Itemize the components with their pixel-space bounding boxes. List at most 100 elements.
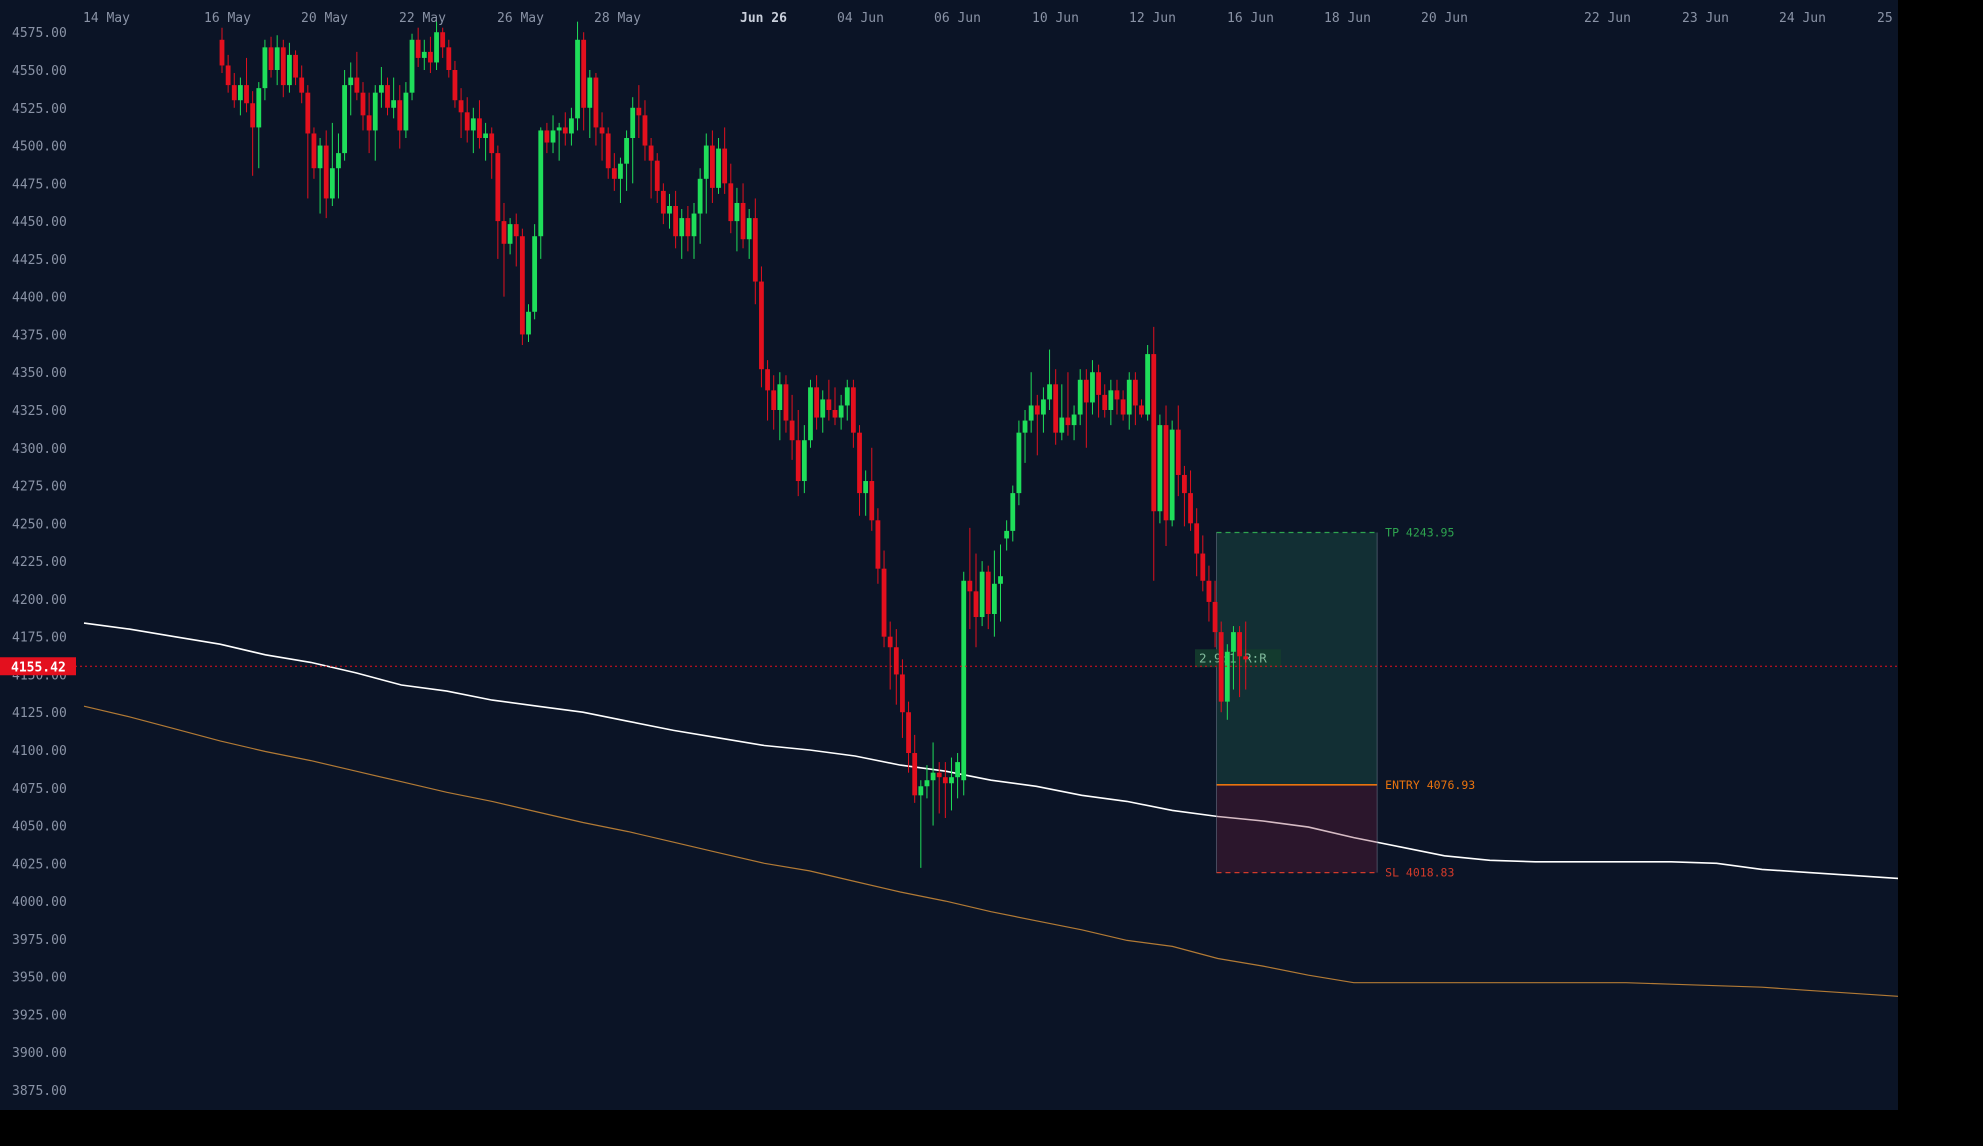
candle-down <box>887 636 893 648</box>
candle-up <box>556 127 562 131</box>
candle-up <box>991 583 997 614</box>
candle-up <box>630 107 636 138</box>
candle-up <box>575 39 580 119</box>
candle-down <box>1114 390 1120 400</box>
tp-label: TP 4243.95 <box>1385 525 1454 539</box>
candle-down <box>636 107 642 116</box>
candle-up <box>274 47 280 70</box>
ma-line-white <box>83 622 1899 880</box>
candle-down <box>501 221 507 244</box>
candle-down <box>1083 379 1089 403</box>
y-tick-label: 3900.00 <box>12 1046 67 1061</box>
candle-down <box>685 218 691 237</box>
candle-down <box>1096 372 1101 395</box>
candle-up <box>863 481 869 494</box>
candle-up <box>924 780 930 787</box>
candle-down <box>311 133 317 169</box>
candle-up <box>1022 420 1028 433</box>
candle-down <box>354 77 360 93</box>
candle-down <box>1053 384 1059 433</box>
x-tick-label: 12 Jun <box>1129 11 1176 26</box>
x-tick-label: 22 Jun <box>1584 11 1631 26</box>
candle-down <box>906 712 911 754</box>
candle-down <box>513 224 519 237</box>
candle-down <box>850 387 856 433</box>
y-tick-label: 4200.00 <box>12 593 67 608</box>
candle-up <box>256 88 262 128</box>
candle-down <box>360 92 366 116</box>
chart-panel[interactable]: 4575.00 4550.00 4525.00 4500.00 4475.00 4450.… <box>0 0 1924 1110</box>
candle-up <box>1169 429 1175 521</box>
loss-zone <box>1216 784 1378 873</box>
candle-up <box>703 145 709 179</box>
candle-down <box>893 647 899 675</box>
candle-down <box>280 47 286 86</box>
candle-down <box>771 390 777 410</box>
candle-down <box>305 92 311 134</box>
candle-down <box>1120 399 1126 415</box>
candle-down <box>789 420 795 441</box>
candle-down <box>593 77 599 128</box>
candle-down <box>231 85 237 101</box>
entry-label: ENTRY 4076.93 <box>1385 778 1475 792</box>
candle-down <box>660 190 666 214</box>
x-tick-label: 22 May <box>399 11 446 26</box>
candle-down <box>1151 354 1157 512</box>
current-price: 4155.42 <box>0 657 1898 676</box>
y-tick-label: 4450.00 <box>12 215 67 230</box>
candle-down <box>1034 405 1040 415</box>
sl-label: SL 4018.83 <box>1385 866 1454 880</box>
candle-down <box>814 387 820 418</box>
x-tick-label: 06 Jun <box>934 11 981 26</box>
candle-up <box>1224 651 1230 702</box>
candle-down <box>219 39 225 66</box>
x-tick-label: 23 Jun <box>1682 11 1729 26</box>
candle-down <box>244 85 249 104</box>
candle-up <box>998 576 1003 584</box>
candle-up <box>1047 384 1052 400</box>
ma-line-orange <box>83 705 1899 997</box>
candle-down <box>562 127 568 134</box>
x-tick-label: 16 May <box>204 11 251 26</box>
x-tick-label: 28 May <box>594 11 641 26</box>
candle-up <box>838 405 844 418</box>
candle-up <box>955 762 960 778</box>
candle-up <box>624 138 629 164</box>
y-tick-label: 4575.00 <box>12 26 67 41</box>
x-tick-label: 18 Jun <box>1324 11 1371 26</box>
y-tick-label: 4175.00 <box>12 631 67 646</box>
candle-up <box>808 387 813 441</box>
candle-down <box>366 115 372 131</box>
candle-up <box>342 85 347 154</box>
x-tick-label: 16 Jun <box>1227 11 1274 26</box>
candle-down <box>936 772 942 778</box>
candle-up <box>372 92 378 131</box>
candle-up <box>329 168 335 199</box>
candle-up <box>237 85 243 101</box>
candle-down <box>581 39 587 108</box>
y-tick-label: 4425.00 <box>12 253 67 268</box>
y-axis: 4575.00 4550.00 4525.00 4500.00 4475.00 4450.… <box>12 26 67 1099</box>
candle-down <box>710 145 715 188</box>
candle-up <box>746 218 752 240</box>
candle-up <box>801 440 807 482</box>
y-tick-label: 4525.00 <box>12 102 67 117</box>
candle-down <box>452 70 458 101</box>
y-tick-label: 4050.00 <box>12 820 67 835</box>
candle-down <box>654 160 660 191</box>
x-tick-label: 24 Jun <box>1779 11 1826 26</box>
candle-down <box>464 112 470 131</box>
candle-down <box>519 236 525 335</box>
candle-down <box>1243 656 1249 660</box>
position-tool[interactable]: TP 4243.95ENTRY 4076.93SL 4018.832.9:1 R… <box>1195 525 1475 880</box>
candle-up <box>1157 425 1163 512</box>
candle-up <box>403 92 409 131</box>
y-tick-label: 4475.00 <box>12 177 67 192</box>
candle-up <box>1090 372 1095 403</box>
candle-up <box>483 133 488 138</box>
candlestick-chart[interactable]: 4575.00 4550.00 4525.00 4500.00 4475.00 4450.… <box>0 0 1924 1110</box>
candle-down <box>440 32 446 48</box>
candle-up <box>1004 530 1010 539</box>
candle-down <box>415 39 421 58</box>
y-tick-label: 4000.00 <box>12 895 67 910</box>
